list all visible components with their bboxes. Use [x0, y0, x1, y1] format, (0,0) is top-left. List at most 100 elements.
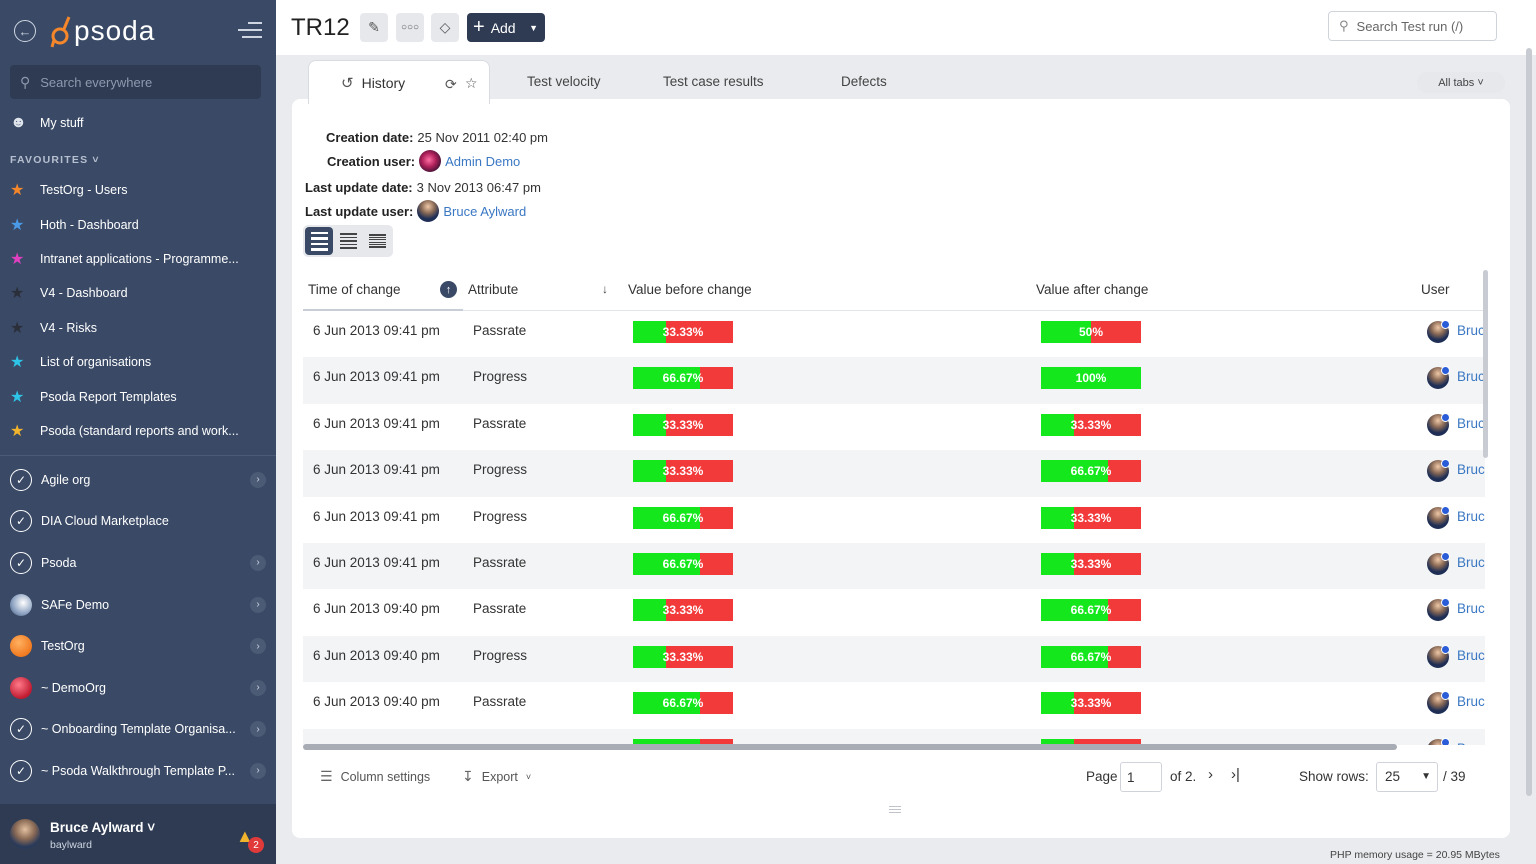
- tab-test-case-results[interactable]: Test case results: [663, 74, 764, 89]
- user-link[interactable]: Bruc: [1457, 741, 1485, 745]
- sidebar-org-item[interactable]: TestOrg ›: [10, 625, 272, 667]
- column-header-attribute[interactable]: Attribute: [468, 282, 518, 297]
- sidebar-favourite-item[interactable]: ★ Psoda (standard reports and work...: [10, 414, 266, 448]
- table-row[interactable]: 6 Jun 2013 09:41 pm Passrate 66.67% 33.33% B…: [303, 543, 1485, 590]
- avatar[interactable]: [1427, 598, 1450, 622]
- refresh-icon[interactable]: ⟳: [445, 76, 457, 93]
- edit-button[interactable]: ✎: [360, 13, 388, 42]
- chevron-right-icon[interactable]: ›: [250, 679, 266, 696]
- tab-defects[interactable]: Defects: [841, 74, 887, 89]
- tag-button[interactable]: ◇: [431, 13, 459, 42]
- sidebar-org-item[interactable]: SAFe Demo ›: [10, 584, 272, 626]
- sidebar-favourite-item[interactable]: ★ Psoda Report Templates: [10, 379, 266, 413]
- chevron-right-icon[interactable]: ›: [250, 554, 266, 571]
- avatar[interactable]: [419, 150, 442, 172]
- sidebar-org-item[interactable]: ✓ ~ Onboarding Template Organisa... ›: [10, 709, 272, 751]
- table-row[interactable]: 6 Jun 2013 09:40 pm Passrate 66.67% 33.33% B…: [303, 682, 1485, 728]
- rows-per-page-select[interactable]: 25 ▼: [1376, 762, 1438, 792]
- add-button[interactable]: + Add ▼: [467, 13, 545, 42]
- user-link[interactable]: Bruc: [1457, 601, 1485, 616]
- sidebar-org-item[interactable]: ~ DemoOrg ›: [10, 667, 272, 709]
- page-number-input[interactable]: [1120, 762, 1162, 792]
- collapse-menu-icon[interactable]: [238, 22, 262, 43]
- user-link[interactable]: Bruc: [1457, 416, 1485, 431]
- sidebar-favourite-item[interactable]: ★ V4 - Dashboard: [10, 276, 266, 310]
- column-header-user[interactable]: User: [1421, 282, 1450, 297]
- resize-grip-icon[interactable]: [889, 806, 901, 815]
- back-icon[interactable]: ←: [14, 20, 36, 42]
- star-icon[interactable]: ☆: [465, 75, 478, 92]
- avatar[interactable]: [1427, 505, 1450, 529]
- avatar[interactable]: [1427, 691, 1450, 715]
- column-header-value-before[interactable]: Value before change: [628, 282, 752, 297]
- favourites-heading[interactable]: FAVOURITES ˅: [10, 154, 100, 166]
- avatar[interactable]: [10, 819, 40, 849]
- chevron-right-icon[interactable]: ›: [250, 638, 266, 655]
- user-link[interactable]: Bruc: [1457, 555, 1485, 570]
- sidebar-org-item[interactable]: ✓ ~ Psoda Walkthrough Template P... ›: [10, 750, 272, 792]
- sidebar-org-item[interactable]: ✓ Agile org ›: [10, 459, 272, 501]
- more-button[interactable]: ○○○: [396, 13, 424, 42]
- avatar[interactable]: [1427, 412, 1450, 436]
- table-row[interactable]: 6 Jun 2013 09:41 pm Progress 66.67% 100% Bru…: [303, 357, 1485, 404]
- table-row[interactable]: Bruc: [303, 728, 1485, 745]
- user-name[interactable]: Bruce Aylward ˅: [50, 820, 155, 835]
- avatar[interactable]: [1427, 320, 1450, 343]
- avatar[interactable]: [1427, 552, 1450, 575]
- sidebar-favourite-item[interactable]: ★ TestOrg - Users: [10, 173, 266, 207]
- export-button[interactable]: ↧ Export ˅: [462, 768, 531, 785]
- table-row[interactable]: 6 Jun 2013 09:41 pm Passrate 33.33% 50% Bruc: [303, 311, 1485, 357]
- next-page-icon[interactable]: ›: [1208, 766, 1213, 783]
- user-link[interactable]: Bruc: [1457, 648, 1485, 663]
- chevron-right-icon[interactable]: ›: [250, 596, 266, 613]
- chevron-right-icon[interactable]: ›: [250, 721, 266, 738]
- column-header-time[interactable]: Time of change: [308, 282, 401, 297]
- search-everywhere-input[interactable]: [40, 74, 241, 90]
- avatar[interactable]: [1427, 737, 1450, 745]
- sidebar-favourite-item[interactable]: ★ V4 - Risks: [10, 311, 266, 345]
- column-header-value-after[interactable]: Value after change: [1036, 282, 1148, 297]
- user-link[interactable]: Bruc: [1457, 369, 1485, 384]
- table-row[interactable]: 6 Jun 2013 09:41 pm Progress 66.67% 33.33% B…: [303, 497, 1485, 543]
- user-link[interactable]: Bruc: [1457, 694, 1485, 709]
- sort-descending-icon[interactable]: ↓: [602, 282, 608, 296]
- table-horizontal-scrollbar[interactable]: [303, 744, 1397, 750]
- sidebar-favourite-item[interactable]: ★ Intranet applications - Programme...: [10, 242, 266, 276]
- sidebar-favourite-item[interactable]: ★ List of organisations: [10, 345, 266, 379]
- last-page-icon[interactable]: ›|: [1231, 766, 1240, 783]
- tab-history[interactable]: ↺ History ⟳ ☆: [308, 60, 490, 104]
- table-row[interactable]: 6 Jun 2013 09:41 pm Passrate 33.33% 33.33% B…: [303, 404, 1485, 450]
- all-tabs-button[interactable]: All tabs ˅: [1417, 72, 1505, 93]
- avatar[interactable]: [1427, 366, 1450, 390]
- chevron-right-icon[interactable]: ›: [250, 762, 266, 779]
- table-row[interactable]: 6 Jun 2013 09:40 pm Progress 33.33% 66.67% B…: [303, 635, 1485, 683]
- avatar[interactable]: [1427, 644, 1450, 668]
- avatar[interactable]: [417, 200, 440, 222]
- density-large-button[interactable]: [305, 227, 333, 255]
- last-update-user-link[interactable]: Bruce Aylward: [443, 204, 526, 219]
- page-scrollbar[interactable]: [1526, 48, 1532, 796]
- sidebar-org-item[interactable]: ✓ Psoda ›: [10, 542, 272, 584]
- creation-user-link[interactable]: Admin Demo: [445, 154, 520, 169]
- search-test-run-input[interactable]: [1356, 18, 1487, 34]
- user-link[interactable]: Bruc: [1457, 462, 1485, 477]
- user-link[interactable]: Bruc: [1457, 509, 1485, 524]
- table-row[interactable]: 6 Jun 2013 09:41 pm Progress 33.33% 66.67% B…: [303, 450, 1485, 497]
- column-settings-button[interactable]: ☰ Column settings: [320, 768, 430, 785]
- density-small-button[interactable]: [363, 227, 391, 255]
- sidebar-search[interactable]: ⚲: [10, 65, 261, 99]
- sort-ascending-icon[interactable]: ↑: [440, 281, 457, 298]
- header-search[interactable]: ⚲: [1328, 11, 1497, 41]
- avatar[interactable]: [1427, 459, 1450, 483]
- sidebar-org-item[interactable]: ✓ DIA Cloud Marketplace: [10, 501, 272, 543]
- my-stuff-link[interactable]: ☻ My stuff: [10, 114, 84, 132]
- table-row[interactable]: 6 Jun 2013 09:40 pm Passrate 33.33% 66.67% B…: [303, 589, 1485, 635]
- sidebar-favourite-item[interactable]: ★ Hoth - Dashboard: [10, 207, 266, 241]
- user-link[interactable]: Bruc: [1457, 323, 1485, 338]
- table-vertical-scrollbar[interactable]: [1483, 270, 1488, 458]
- tab-test-velocity[interactable]: Test velocity: [527, 74, 601, 89]
- chevron-right-icon[interactable]: ›: [250, 471, 266, 488]
- psoda-logo[interactable]: psoda: [50, 14, 155, 48]
- sidebar-user[interactable]: Bruce Aylward ˅ baylward ▲ 2: [0, 804, 276, 864]
- density-medium-button[interactable]: [334, 227, 362, 255]
